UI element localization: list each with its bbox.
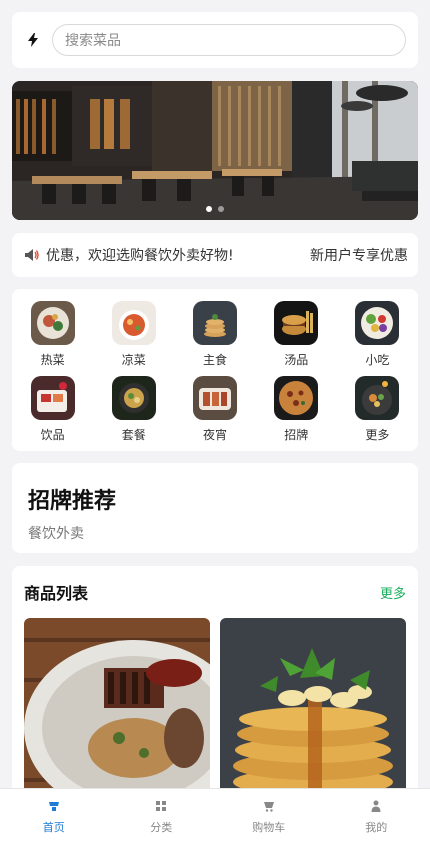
product-card[interactable] xyxy=(24,618,210,806)
category-grid: 热菜 凉菜 主食 汤品 小吃 饮品 套餐 夜宵 招牌 更多 xyxy=(12,289,418,451)
category-label: 凉菜 xyxy=(121,353,146,367)
notice-scroll-text: 享优惠，欢迎选购餐饮外卖好物! xyxy=(46,245,302,265)
category-late-night-snack[interactable]: 夜宵 xyxy=(174,376,255,443)
category-label: 饮品 xyxy=(40,428,65,442)
category-soup[interactable]: 汤品 xyxy=(256,301,337,368)
carousel-dot[interactable] xyxy=(206,206,212,212)
banner-image xyxy=(12,81,418,220)
product-card[interactable] xyxy=(220,618,406,806)
category-label: 热菜 xyxy=(40,353,65,367)
soup-icon xyxy=(274,301,319,345)
more-link[interactable]: 更多 xyxy=(380,583,406,602)
tab-cart[interactable]: 购物车 xyxy=(215,789,323,844)
product-list-section: 商品列表 更多 xyxy=(12,566,418,806)
tab-label: 我的 xyxy=(365,820,388,834)
tab-label: 分类 xyxy=(150,820,173,834)
search-input[interactable] xyxy=(52,24,406,56)
late-night-snack-icon xyxy=(192,376,237,420)
bolt-icon[interactable] xyxy=(24,31,42,49)
category-label: 主食 xyxy=(202,353,227,367)
category-hot-dish[interactable]: 热菜 xyxy=(12,301,93,368)
tab-profile[interactable]: 我的 xyxy=(323,789,430,844)
product-image-pancake xyxy=(220,618,406,806)
user-icon xyxy=(371,800,381,812)
tab-label: 购物车 xyxy=(252,820,286,834)
category-snack[interactable]: 小吃 xyxy=(337,301,418,368)
signature-icon xyxy=(274,376,319,420)
featured-subtitle: 餐饮外卖 xyxy=(28,526,84,542)
category-signature[interactable]: 招牌 xyxy=(256,376,337,443)
more-icon xyxy=(355,376,400,420)
category-set-meal[interactable]: 套餐 xyxy=(93,376,174,443)
staple-food-icon xyxy=(192,301,237,345)
tab-home[interactable]: 首页 xyxy=(0,789,108,844)
product-list-title: 商品列表 xyxy=(24,584,89,603)
category-label: 更多 xyxy=(365,428,390,442)
notice-tag: 新用户专享优惠 xyxy=(310,248,408,264)
category-label: 小吃 xyxy=(365,353,390,367)
category-staple-food[interactable]: 主食 xyxy=(174,301,255,368)
category-drink[interactable]: 饮品 xyxy=(12,376,93,443)
speaker-icon xyxy=(25,249,39,261)
carousel-dot[interactable] xyxy=(218,206,224,212)
carousel-dots xyxy=(206,206,224,212)
tab-label: 首页 xyxy=(42,820,65,834)
category-label: 招牌 xyxy=(284,428,309,442)
banner-carousel[interactable] xyxy=(12,81,418,220)
product-image-steak xyxy=(24,618,210,806)
bottom-tab-bar: 首页 分类 购物车 我的 xyxy=(0,788,430,844)
snack-icon xyxy=(355,301,400,345)
cold-dish-icon xyxy=(111,301,156,345)
featured-title: 招牌推荐 xyxy=(28,489,117,514)
cart-icon xyxy=(263,801,274,812)
hot-dish-icon xyxy=(30,301,75,345)
notice-text: 享优惠，欢迎选购餐饮外卖好物! xyxy=(46,248,234,264)
category-more[interactable]: 更多 xyxy=(337,376,418,443)
category-label: 套餐 xyxy=(121,428,146,442)
home-icon xyxy=(48,801,59,811)
set-meal-icon xyxy=(111,376,156,420)
grid-icon xyxy=(156,800,167,811)
featured-section[interactable]: 招牌推荐 餐饮外卖 xyxy=(12,463,418,553)
notice-bar[interactable]: 享优惠，欢迎选购餐饮外卖好物! 新用户专享优惠 xyxy=(12,233,418,277)
tab-category[interactable]: 分类 xyxy=(108,789,216,844)
category-label: 汤品 xyxy=(284,353,309,367)
drink-icon xyxy=(30,376,75,420)
category-cold-dish[interactable]: 凉菜 xyxy=(93,301,174,368)
category-label: 夜宵 xyxy=(202,428,227,442)
search-bar xyxy=(12,12,418,68)
